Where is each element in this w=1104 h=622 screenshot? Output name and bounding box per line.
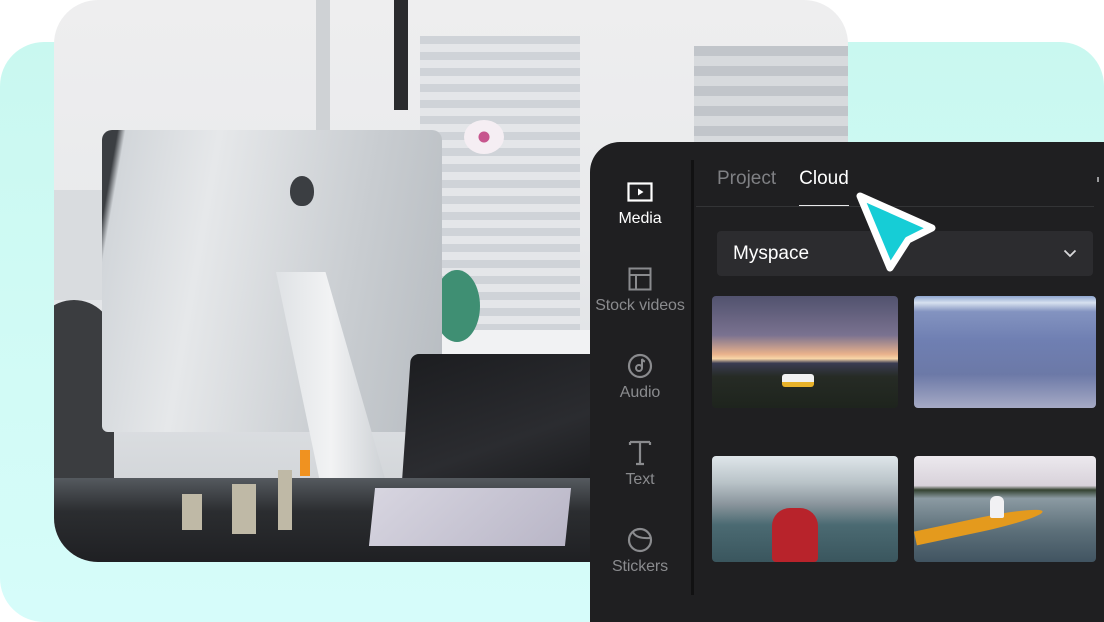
sidebar-divider	[691, 160, 694, 595]
sidebar-item-label: Audio	[619, 384, 661, 401]
imac-back	[102, 130, 442, 432]
sidebar-item-label: Media	[618, 210, 662, 227]
text-t-icon	[626, 439, 654, 467]
orchid-flower	[464, 120, 504, 154]
window-frame	[316, 0, 330, 130]
canoeist	[772, 508, 818, 562]
sidebar-item-media[interactable]: Media	[590, 178, 690, 228]
apple-logo-icon	[290, 176, 314, 206]
media-thumbnail[interactable]	[914, 456, 1096, 562]
sticker-icon	[626, 526, 654, 554]
music-note-icon	[626, 352, 654, 380]
tabs-divider	[696, 206, 1094, 207]
layout-icon	[626, 265, 654, 293]
space-select-value: Myspace	[733, 242, 810, 264]
magazine	[368, 488, 572, 546]
sidebar-item-stickers[interactable]: Stickers	[590, 526, 690, 576]
sidebar: Media Stock videos Audio Text Stickers	[590, 142, 690, 622]
overflow-indicator	[1097, 177, 1099, 182]
wood-block	[232, 484, 256, 534]
sidebar-item-label: Stock videos	[595, 297, 685, 314]
wood-block	[182, 494, 202, 530]
editor-panel: Media Stock videos Audio Text Stickers P…	[590, 142, 1104, 622]
orange-object	[300, 450, 310, 476]
sidebar-item-label: Stickers	[611, 558, 669, 575]
laptop	[401, 354, 601, 494]
media-thumbnail[interactable]	[914, 296, 1096, 408]
media-source-tabs: Project Cloud	[717, 168, 849, 207]
sidebar-item-label: Text	[625, 471, 655, 488]
kayaker	[990, 496, 1004, 518]
camper-van	[782, 374, 814, 387]
media-thumbnail[interactable]	[712, 456, 898, 562]
tab-project[interactable]: Project	[717, 168, 776, 207]
tab-cloud[interactable]: Cloud	[799, 168, 849, 207]
sidebar-item-stock-videos[interactable]: Stock videos	[590, 265, 690, 315]
media-thumbnail[interactable]	[712, 296, 898, 408]
play-box-icon	[626, 178, 654, 206]
chevron-down-icon	[1063, 247, 1077, 261]
window-frame	[394, 0, 408, 110]
wood-block	[278, 470, 292, 530]
sidebar-item-audio[interactable]: Audio	[590, 352, 690, 402]
sidebar-item-text[interactable]: Text	[590, 439, 690, 489]
space-select[interactable]: Myspace	[717, 231, 1093, 276]
kayak	[914, 504, 1045, 546]
